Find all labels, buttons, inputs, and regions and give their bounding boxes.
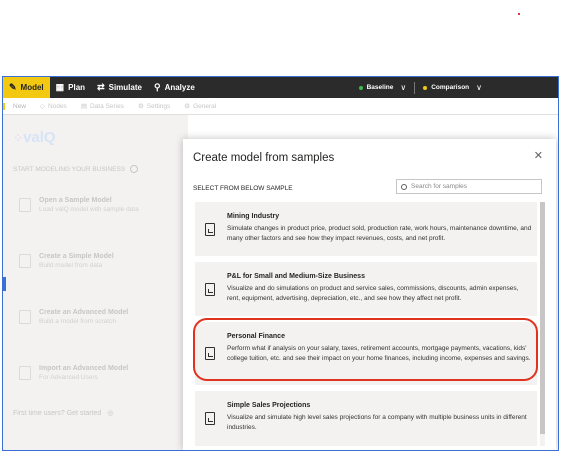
tab-plan[interactable]: ▦ Plan <box>50 77 91 98</box>
scrollbar[interactable] <box>540 202 545 446</box>
toolbar-settings-label: Settings <box>146 102 171 110</box>
info-icon <box>130 165 139 173</box>
search-placeholder: Search for samples <box>411 183 467 190</box>
dialog-title: Create model from samples <box>193 152 335 164</box>
valq-logo: ⁘valQ <box>13 129 56 146</box>
toolbar-nodes-label: Nodes <box>48 102 67 110</box>
scenario-comparison[interactable]: Comparison ∨ <box>415 77 490 98</box>
toolbar-data-series-label: Data Series <box>89 102 124 110</box>
close-icon[interactable]: ✕ <box>534 149 543 162</box>
toolbar-general[interactable]: ⚙ General <box>177 102 223 111</box>
nodes-icon: ◇ <box>40 103 46 110</box>
edge-handle <box>3 277 6 291</box>
document-icon <box>19 310 31 324</box>
start-panel: ⁘valQ START MODELING YOUR BUSINESS Open … <box>3 115 188 450</box>
section-title: START MODELING YOUR BUSINESS <box>13 165 139 173</box>
tab-plan-label: Plan <box>68 83 86 92</box>
toolbar-nodes[interactable]: ◇ Nodes <box>33 102 74 111</box>
toolbar-new[interactable]: New <box>3 102 33 110</box>
create-advanced-model-option[interactable]: Create an Advanced Model Build a model f… <box>13 297 178 337</box>
chart-document-icon <box>205 283 215 296</box>
file-icon <box>19 198 31 212</box>
tab-model-label: Model <box>20 83 44 92</box>
chevron-down-icon: ∨ <box>400 83 407 92</box>
toolbar-data-series[interactable]: ▤ Data Series <box>74 102 131 111</box>
sample-card-pnl[interactable]: P&L for Small and Medium-Size Business V… <box>195 262 537 316</box>
analyze-icon: ⚲ <box>153 82 161 92</box>
tab-simulate[interactable]: ⇄ Simulate <box>91 77 148 98</box>
option-title: Create a Simple Model <box>39 253 114 260</box>
option-subtitle: Build model from data <box>39 262 103 269</box>
get-started-link[interactable]: First time users? Get started ◎ <box>13 409 114 418</box>
logo-text: valQ <box>23 129 56 146</box>
section-title-text: START MODELING YOUR BUSINESS <box>13 165 126 173</box>
baseline-dot <box>358 85 363 90</box>
red-dot-marker <box>518 13 520 15</box>
search-input[interactable]: Search for samples <box>396 179 542 194</box>
sample-card-mining[interactable]: Mining Industry Simulate changes in prod… <box>195 202 537 256</box>
gear-icon: ⚙ <box>137 103 144 110</box>
play-icon: ◎ <box>107 410 114 417</box>
scenario-baseline-label: Baseline <box>366 84 394 91</box>
sample-title: P&L for Small and Medium-Size Business <box>227 273 365 280</box>
table-icon: ▤ <box>80 103 87 110</box>
sample-card-sales-projections[interactable]: Simple Sales Projections Visualize and s… <box>195 391 537 446</box>
scenario-baseline[interactable]: Baseline ∨ <box>351 77 415 98</box>
comparison-dot <box>423 85 428 90</box>
import-advanced-model-option[interactable]: Import an Advanced Model For Advanced Us… <box>13 353 178 393</box>
scrollbar-thumb[interactable] <box>540 202 545 434</box>
tab-analyze[interactable]: ⚲ Analyze <box>148 77 201 98</box>
simulate-icon: ⇄ <box>97 82 105 92</box>
search-icon <box>401 183 407 190</box>
chart-document-icon <box>205 223 215 236</box>
option-subtitle: For Advanced Users <box>39 374 98 381</box>
sample-description: Visualize and do simulations on product … <box>227 285 519 302</box>
option-subtitle: Load valQ model with sample data <box>39 206 139 213</box>
sample-description: Visualize and simulate high level sales … <box>227 414 527 431</box>
option-title: Import an Advanced Model <box>39 365 129 372</box>
sub-toolbar: New ◇ Nodes ▤ Data Series ⚙ Settings ⚙ G… <box>3 98 558 115</box>
open-sample-model-option[interactable]: Open a Sample Model Load valQ model with… <box>13 185 178 225</box>
option-subtitle: Build a model from scratch <box>39 318 116 325</box>
dialog-subtitle: SELECT FROM BELOW SAMPLE <box>193 185 293 192</box>
sample-description: Simulate changes in product price, produ… <box>227 225 532 242</box>
tab-simulate-label: Simulate <box>108 83 142 92</box>
tab-model[interactable]: ✎ Model <box>3 77 50 98</box>
create-model-dialog: Create model from samples ✕ SELECT FROM … <box>183 139 556 450</box>
option-title: Open a Sample Model <box>39 197 112 204</box>
pencil-icon: ✎ <box>9 82 17 92</box>
sample-title: Mining Industry <box>227 213 280 220</box>
get-started-text: First time users? Get started <box>13 409 102 417</box>
option-title: Create an Advanced Model <box>39 309 129 316</box>
create-simple-model-option[interactable]: Create a Simple Model Build model from d… <box>13 241 178 281</box>
toolbar-new-label: New <box>13 102 27 110</box>
gear-icon: ⚙ <box>184 103 191 110</box>
grid-icon: ▦ <box>55 82 65 92</box>
grid-icon <box>19 254 31 268</box>
app-window: ✎ Model ▦ Plan ⇄ Simulate ⚲ Analyze Base… <box>2 76 559 451</box>
toolbar-general-label: General <box>193 102 217 110</box>
logo-dots-icon: ⁘ <box>13 131 24 145</box>
highlight-annotation <box>193 318 538 381</box>
toolbar-settings[interactable]: ⚙ Settings <box>131 102 177 111</box>
scenario-comparison-label: Comparison <box>431 84 470 91</box>
chart-document-icon <box>205 412 215 425</box>
chevron-down-icon: ∨ <box>476 83 482 92</box>
import-icon <box>19 366 31 380</box>
sample-title: Simple Sales Projections <box>227 402 311 409</box>
top-nav-bar: ✎ Model ▦ Plan ⇄ Simulate ⚲ Analyze Base… <box>3 77 558 98</box>
tab-analyze-label: Analyze <box>164 83 195 92</box>
